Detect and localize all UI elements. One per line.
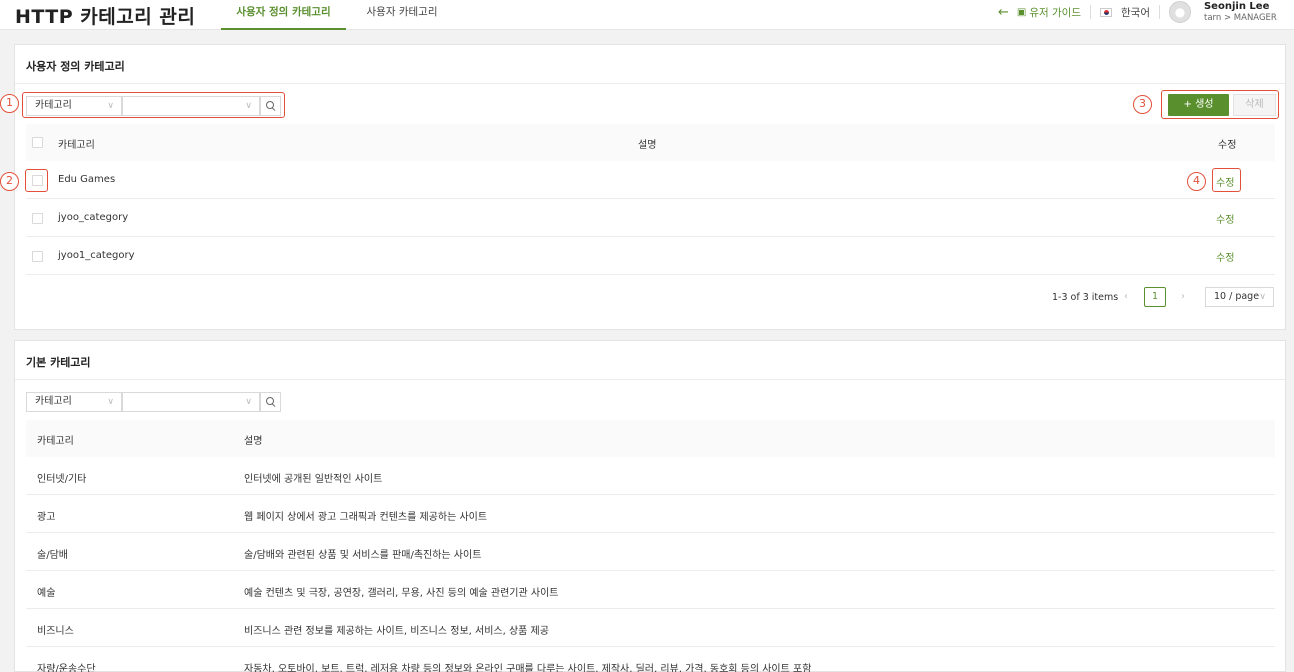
table-row: 광고 웹 페이지 상에서 광고 그래픽과 컨텐츠를 제공하는 사이트 bbox=[26, 495, 1275, 533]
table-row: 자량/운송수단 자동차, 오토바이, 보트, 트럭, 레저용 차량 등의 정보와… bbox=[26, 647, 1275, 672]
top-header: HTTP 카테고리 관리 사용자 정의 카테고리 사용자 카테고리 ← ▣ 유저… bbox=[0, 0, 1294, 30]
row-category: Edu Games bbox=[58, 174, 116, 185]
tab-custom-category[interactable]: 사용자 정의 카테고리 bbox=[221, 0, 346, 30]
custom-category-panel: 사용자 정의 카테고리 카테고리 ∨ ∨ + 생성 삭제 카테고리 설명 수정 … bbox=[14, 44, 1286, 330]
prev-page-icon[interactable]: ‹ bbox=[1124, 291, 1128, 302]
custom-panel-title: 사용자 정의 카테고리 bbox=[26, 60, 125, 73]
row-category: 예술 bbox=[37, 588, 56, 599]
book-icon: ▣ bbox=[1016, 6, 1027, 18]
avatar[interactable]: ● bbox=[1168, 1, 1191, 23]
row-category: 술/담배 bbox=[37, 550, 68, 561]
annotation-marker-3: 3 bbox=[1133, 95, 1152, 114]
app-title: HTTP 카테고리 관리 bbox=[15, 6, 196, 28]
base-panel-title: 기본 카테고리 bbox=[26, 356, 91, 369]
panel-divider bbox=[15, 83, 1285, 84]
chevron-down-icon: ∨ bbox=[245, 397, 252, 407]
table-row: jyoo_category 수정 bbox=[26, 199, 1275, 237]
page-size-value: 10 / page bbox=[1214, 291, 1260, 302]
col-edit: 수정 bbox=[1218, 140, 1237, 151]
row-description: 웹 페이지 상에서 광고 그래픽과 컨텐츠를 제공하는 사이트 bbox=[244, 512, 488, 523]
col-category: 카테고리 bbox=[58, 140, 95, 151]
base-filter-select[interactable]: 카테고리 ∨ bbox=[26, 392, 122, 412]
annotation-marker-1: 1 bbox=[0, 94, 19, 113]
next-page-icon[interactable]: › bbox=[1181, 291, 1185, 302]
chevron-down-icon: ∨ bbox=[1259, 292, 1266, 302]
row-category: jyoo1_category bbox=[58, 250, 135, 261]
table-row: 예술 예술 컨텐츠 및 극장, 공연장, 갤러리, 무용, 사진 등의 예술 관… bbox=[26, 571, 1275, 609]
annotation-marker-2: 2 bbox=[0, 172, 19, 191]
row-category: jyoo_category bbox=[58, 212, 129, 223]
annotation-highlight-edit bbox=[1212, 168, 1241, 192]
page-number[interactable]: 1 bbox=[1144, 287, 1166, 307]
col-description: 설명 bbox=[244, 436, 263, 447]
table-row: 술/담배 술/담배와 관련된 상품 및 서비스를 판매/촉진하는 사이트 bbox=[26, 533, 1275, 571]
row-description: 자동차, 오토바이, 보트, 트럭, 레저용 차량 등의 정보와 온라인 구매를… bbox=[244, 664, 812, 672]
back-arrow-icon[interactable]: ← bbox=[998, 5, 1009, 20]
row-category: 광고 bbox=[37, 512, 56, 523]
search-icon bbox=[265, 397, 276, 407]
base-search-input[interactable]: ∨ bbox=[122, 392, 260, 412]
col-description: 설명 bbox=[638, 140, 657, 151]
row-category: 비즈니스 bbox=[37, 626, 74, 637]
user-name: Seonjin Lee bbox=[1203, 0, 1270, 12]
header-divider bbox=[1090, 5, 1091, 19]
select-all-checkbox[interactable] bbox=[32, 137, 43, 148]
base-table-header: 카테고리 설명 bbox=[26, 420, 1275, 457]
row-description: 술/담배와 관련된 상품 및 서비스를 판매/촉진하는 사이트 bbox=[244, 550, 482, 561]
row-description: 인터넷에 공개된 일반적인 사이트 bbox=[244, 474, 383, 485]
edit-link[interactable]: 수정 bbox=[1216, 249, 1234, 264]
user-role-line: tarn > MANAGER bbox=[1204, 12, 1277, 24]
panel-divider bbox=[15, 379, 1285, 380]
table-row: 비즈니스 비즈니스 관련 정보를 제공하는 사이트, 비즈니스 정보, 서비스,… bbox=[26, 609, 1275, 647]
table-row: 인터넷/기타 인터넷에 공개된 일반적인 사이트 bbox=[26, 457, 1275, 495]
header-right: ← ▣ 유저 가이드 한국어 ● Seonjin Lee tarn > MANA… bbox=[998, 0, 1277, 24]
annotation-highlight-search bbox=[22, 92, 285, 118]
annotation-highlight-buttons bbox=[1161, 90, 1279, 119]
user-guide-link[interactable]: 유저 가이드 bbox=[1029, 5, 1081, 20]
row-category: 자량/운송수단 bbox=[37, 664, 96, 672]
user-role: MANAGER bbox=[1233, 12, 1277, 23]
chevron-down-icon: ∨ bbox=[107, 397, 114, 407]
korea-flag-icon bbox=[1100, 7, 1112, 17]
edit-link[interactable]: 수정 bbox=[1216, 211, 1234, 226]
annotation-highlight-checkbox bbox=[25, 169, 48, 192]
pagination-summary: 1-3 of 3 items bbox=[1052, 292, 1119, 303]
annotation-marker-4: 4 bbox=[1187, 172, 1206, 191]
row-checkbox[interactable] bbox=[32, 213, 43, 224]
role-separator: > bbox=[1223, 12, 1232, 23]
user-info[interactable]: Seonjin Lee tarn > MANAGER bbox=[1204, 1, 1277, 24]
base-search-button[interactable] bbox=[260, 392, 281, 412]
row-description: 비즈니스 관련 정보를 제공하는 사이트, 비즈니스 정보, 서비스, 상품 제… bbox=[244, 626, 549, 637]
header-divider-2 bbox=[1158, 5, 1160, 19]
col-category: 카테고리 bbox=[37, 436, 74, 447]
base-category-panel: 기본 카테고리 카테고리 ∨ ∨ 카테고리 설명 인터넷/기타 인터넷에 공개된… bbox=[14, 340, 1286, 672]
base-filter-select-value: 카테고리 bbox=[35, 396, 72, 407]
page-size-select[interactable]: 10 / page ∨ bbox=[1205, 287, 1274, 307]
row-checkbox[interactable] bbox=[32, 251, 43, 262]
row-category: 인터넷/기타 bbox=[37, 474, 87, 485]
tab-user-category[interactable]: 사용자 카테고리 bbox=[356, 0, 448, 30]
row-description: 예술 컨텐츠 및 극장, 공연장, 갤러리, 무용, 사진 등의 예술 관련기관… bbox=[244, 588, 559, 599]
language-select[interactable]: 한국어 bbox=[1121, 5, 1150, 20]
custom-table-header: 카테고리 설명 수정 bbox=[26, 124, 1275, 161]
user-tenant: tarn bbox=[1203, 12, 1222, 23]
table-row: jyoo1_category 수정 bbox=[26, 237, 1275, 275]
table-row: Edu Games 수정 bbox=[26, 161, 1275, 199]
